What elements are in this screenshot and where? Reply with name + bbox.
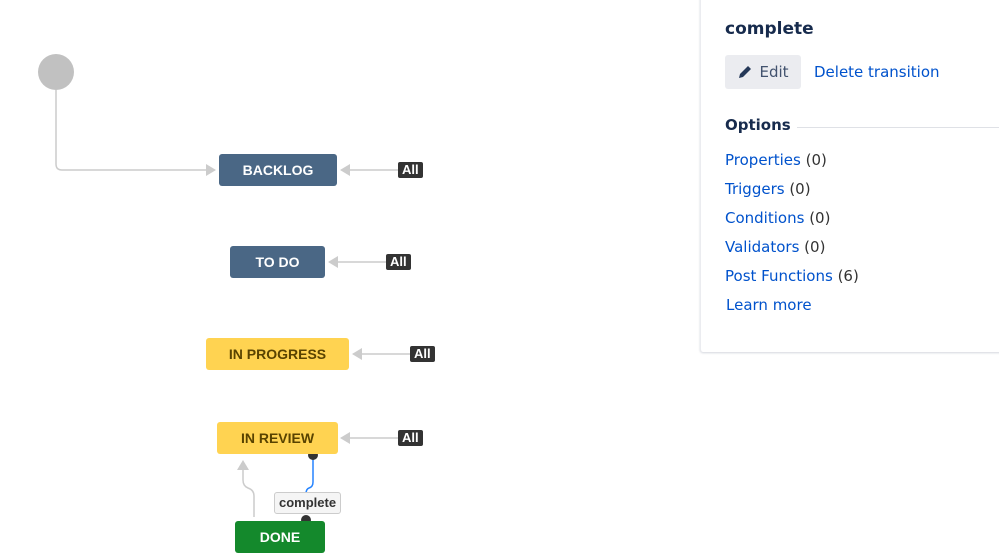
status-in-progress[interactable]: IN PROGRESS (206, 338, 349, 370)
pencil-icon (739, 66, 752, 78)
edit-button[interactable]: Edit (725, 55, 801, 89)
post-functions-link[interactable]: Post Functions (725, 267, 833, 285)
arrow-head-icon (328, 256, 338, 268)
option-count: (6) (837, 267, 859, 285)
edit-label: Edit (759, 63, 789, 81)
status-label: TO DO (255, 254, 300, 270)
triggers-link[interactable]: Triggers (725, 180, 785, 198)
option-conditions: Conditions (0) (725, 209, 830, 227)
reverse-transition-line (242, 470, 255, 517)
properties-link[interactable]: Properties (725, 151, 801, 169)
arrow-head-icon (237, 460, 249, 470)
conditions-link[interactable]: Conditions (725, 209, 804, 227)
initial-transition-line (55, 90, 206, 171)
learn-more-link[interactable]: Learn more (726, 296, 812, 314)
status-label: BACKLOG (242, 162, 314, 178)
status-to-do[interactable]: TO DO (230, 246, 325, 278)
option-properties: Properties (0) (725, 151, 827, 169)
status-backlog[interactable]: BACKLOG (219, 154, 337, 186)
transition-label-complete[interactable]: complete (274, 492, 342, 514)
all-transition-badge[interactable]: All (410, 346, 435, 362)
all-transition-badge[interactable]: All (386, 254, 411, 270)
selected-transition-line[interactable] (305, 455, 314, 495)
option-count: (0) (809, 209, 831, 227)
all-transition-badge[interactable]: All (398, 162, 423, 178)
arrow-head-icon (340, 164, 350, 176)
arrow-head-icon (352, 348, 362, 360)
initial-status-node (38, 54, 74, 90)
option-triggers: Triggers (0) (725, 180, 811, 198)
option-post-functions: Post Functions (6) (725, 267, 859, 285)
option-validators: Validators (0) (725, 238, 825, 256)
status-done[interactable]: DONE (235, 521, 325, 553)
all-transition-badge[interactable]: All (398, 430, 423, 446)
validators-link[interactable]: Validators (725, 238, 799, 256)
status-label: DONE (259, 529, 301, 545)
status-label: IN PROGRESS (228, 346, 327, 362)
options-heading: Options (725, 116, 797, 134)
status-in-review[interactable]: IN REVIEW (217, 422, 338, 454)
option-count: (0) (805, 151, 827, 169)
delete-transition-link[interactable]: Delete transition (814, 63, 940, 81)
panel-title: complete (725, 19, 814, 39)
status-label: IN REVIEW (240, 430, 315, 446)
option-count: (0) (804, 238, 826, 256)
arrow-head-icon (206, 164, 216, 176)
arrow-head-icon (340, 432, 350, 444)
option-count: (0) (789, 180, 811, 198)
transition-details-panel: complete Edit Delete transition Options … (700, 0, 999, 352)
